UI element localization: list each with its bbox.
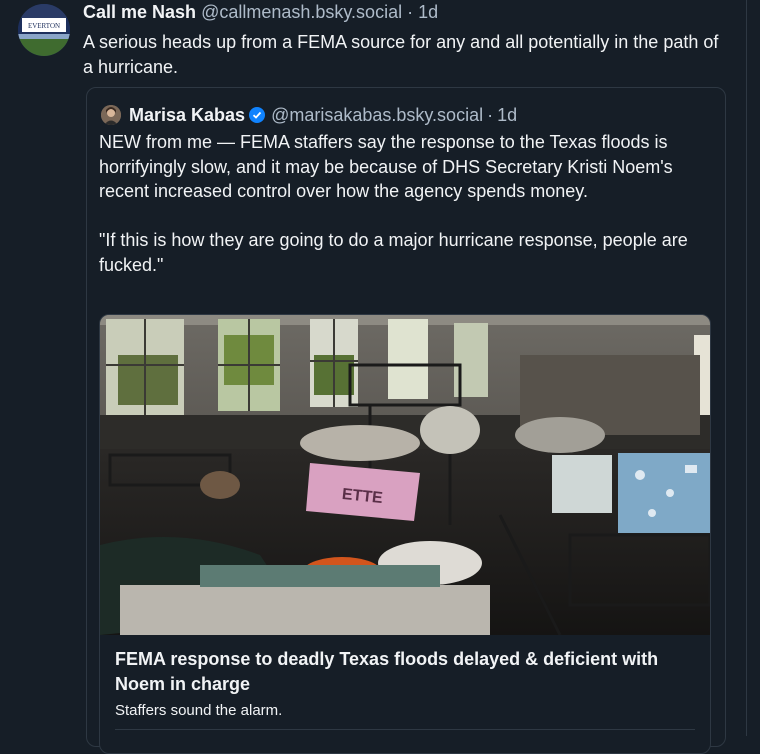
link-card-title[interactable]: FEMA response to deadly Texas floods del… (115, 647, 700, 697)
separator: · (407, 2, 414, 22)
quote-paragraph: NEW from me — FEMA staffers say the resp… (99, 132, 673, 201)
person-avatar-icon (101, 105, 121, 125)
link-card-divider (115, 729, 695, 730)
column-divider (746, 0, 747, 736)
quote-text: NEW from me — FEMA staffers say the resp… (99, 130, 709, 277)
avatar-label: EVERTON (28, 22, 60, 30)
quote-author-name[interactable]: Marisa Kabas (129, 104, 245, 126)
quote-header: Marisa Kabas @marisakabas.bsky.social · … (101, 104, 517, 126)
quote-author-handle[interactable]: @marisakabas.bsky.social (271, 104, 483, 126)
quote-time[interactable]: 1d (497, 104, 517, 126)
link-card-description: Staffers sound the alarm. (115, 702, 283, 719)
everton-avatar-icon: EVERTON (18, 4, 70, 56)
avatar[interactable]: EVERTON (18, 4, 70, 56)
quote-separator: · (487, 105, 494, 125)
link-card[interactable]: ETTE FEMA response to deadly Texas flood… (99, 314, 711, 754)
post-time[interactable]: 1d (418, 2, 438, 22)
post-text: A serious heads up from a FEMA source fo… (83, 32, 719, 77)
verified-badge-icon (249, 107, 266, 123)
flood-damage-photo[interactable]: ETTE (100, 315, 711, 635)
post[interactable]: Call me Nash @callmenash.bsky.social · 1… (83, 0, 733, 80)
author-handle[interactable]: @callmenash.bsky.social (201, 2, 402, 22)
quote-paragraph: "If this is how they are going to do a m… (99, 230, 688, 275)
quote-avatar[interactable] (101, 105, 121, 125)
author-name[interactable]: Call me Nash (83, 2, 196, 22)
post-header: Call me Nash @callmenash.bsky.social · 1… (83, 0, 733, 24)
